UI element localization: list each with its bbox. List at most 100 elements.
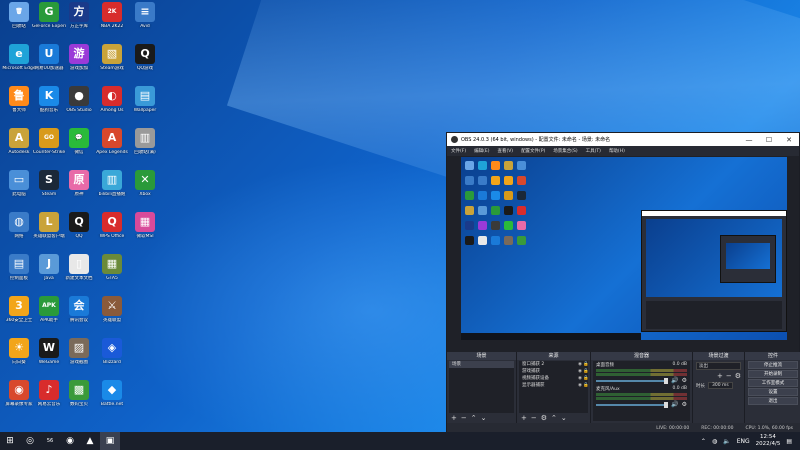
- desktop-icon[interactable]: 游游戏加加: [62, 44, 96, 82]
- desktop-icon[interactable]: ⚔ 英雄联盟: [95, 296, 129, 334]
- transition-select[interactable]: 淡出: [696, 362, 741, 370]
- duration-input[interactable]: 300 ms: [708, 382, 733, 389]
- volume-slider[interactable]: [596, 377, 669, 384]
- desktop-icon[interactable]: ● OBS Studio: [62, 86, 96, 124]
- taskbar-app-edge[interactable]: ◎: [20, 432, 40, 450]
- menu-help[interactable]: 帮助(H): [605, 148, 629, 154]
- source-item[interactable]: 游戏捕获 ◉ 🔒: [519, 368, 589, 375]
- desktop-icon[interactable]: ▨ 游戏截图: [62, 338, 96, 376]
- desktop-icon[interactable]: ▤ 控制面板: [2, 254, 36, 292]
- remove-scene-icon[interactable]: −: [461, 414, 467, 422]
- menu-profile[interactable]: 配置文件(P): [517, 148, 549, 154]
- desktop-icon[interactable]: ◆ Battle.net: [95, 380, 129, 418]
- menu-scene-collection[interactable]: 场景集合(S): [549, 148, 581, 154]
- remove-source-icon[interactable]: −: [531, 414, 537, 422]
- notifications-icon[interactable]: ▤: [786, 438, 792, 445]
- desktop-icon[interactable]: ▧ Steam游戏: [95, 44, 129, 82]
- desktop-icon[interactable]: 2K NBA 2K22: [95, 2, 129, 40]
- language-indicator[interactable]: ENG: [737, 438, 750, 445]
- desktop-icon[interactable]: ◈ Blizzard: [95, 338, 129, 376]
- desktop-icon[interactable]: ◐ Among Us: [95, 86, 129, 124]
- desktop-icon[interactable]: ▭ 此电脑: [2, 170, 36, 208]
- desktop-icon[interactable]: Q QQ游戏: [128, 44, 162, 82]
- source-settings-icon[interactable]: ⚙: [541, 414, 547, 422]
- source-item[interactable]: 窗口捕获 2 ◉ 🔒: [519, 361, 589, 368]
- taskbar-app-56[interactable]: 56: [40, 432, 60, 450]
- preview-canvas[interactable]: [461, 157, 787, 340]
- transition-settings-icon[interactable]: ⚙: [735, 372, 741, 380]
- stop-streaming-button[interactable]: 停止推流: [748, 361, 798, 369]
- speaker-icon[interactable]: 🔊: [671, 401, 678, 408]
- taskbar-app-game[interactable]: ▲: [80, 432, 100, 450]
- desktop-icon[interactable]: K 酷狗音乐: [32, 86, 66, 124]
- chevron-up-icon[interactable]: ⌃: [701, 438, 706, 445]
- network-icon[interactable]: ◍: [712, 438, 717, 445]
- desktop-icon[interactable]: W WeGame: [32, 338, 66, 376]
- lock-icon[interactable]: 🔒: [583, 375, 589, 382]
- add-transition-icon[interactable]: +: [717, 372, 723, 380]
- desktop-icon[interactable]: S Steam: [32, 170, 66, 208]
- speaker-icon[interactable]: 🔊: [671, 377, 678, 384]
- lock-icon[interactable]: 🔒: [583, 368, 589, 375]
- desktop-icon[interactable]: 方方正字库: [62, 2, 96, 40]
- desktop-icon[interactable]: 3 360安全卫士: [2, 296, 36, 334]
- desktop-icon[interactable]: 鲁鲁大师: [2, 86, 36, 124]
- clock[interactable]: 12:54 2022/4/5: [756, 434, 781, 448]
- obs-title-bar[interactable]: OBS 24.0.3 (64 bit, windows) - 配置文件: 未命名…: [447, 133, 799, 146]
- desktop-icon[interactable]: Q WPS Office: [95, 212, 129, 250]
- menu-view[interactable]: 查看(V): [493, 148, 517, 154]
- studio-mode-button[interactable]: 工作室模式: [748, 379, 798, 387]
- minimize-button[interactable]: —: [739, 136, 759, 144]
- desktop-icon[interactable]: G GeForce Experience: [32, 2, 66, 40]
- desktop-icon[interactable]: ▥ 回收站(满): [128, 128, 162, 166]
- volume-slider[interactable]: [596, 401, 669, 408]
- desktop-icon[interactable]: ▦ 微软MSI: [128, 212, 162, 250]
- desktop-icon[interactable]: ◉ 屏幕录像专家: [2, 380, 36, 418]
- exit-button[interactable]: 退出: [748, 397, 798, 405]
- desktop-icon[interactable]: ☀ 向日葵: [2, 338, 36, 376]
- desktop-icon[interactable]: A Autodesk: [2, 128, 36, 166]
- gear-icon[interactable]: ⚙: [682, 401, 687, 408]
- desktop-icon[interactable]: ▤ Wallpaper: [128, 86, 162, 124]
- settings-button[interactable]: 设置: [748, 388, 798, 396]
- start-recording-button[interactable]: 开始录制: [748, 370, 798, 378]
- start-button[interactable]: ⊞: [0, 432, 20, 450]
- menu-edit[interactable]: 编辑(E): [470, 148, 493, 154]
- desktop-icon[interactable]: A Apex Legends: [95, 128, 129, 166]
- menu-file[interactable]: 文件(F): [447, 148, 470, 154]
- desktop-icon[interactable]: L 英雄联盟客户端: [32, 212, 66, 250]
- desktop-icon[interactable]: ✕ Xbox: [128, 170, 162, 208]
- desktop-icon[interactable]: ▥ bilibili直播姬: [95, 170, 129, 208]
- close-button[interactable]: ✕: [779, 136, 799, 144]
- desktop-icon[interactable]: ♪ 网易云音乐: [32, 380, 66, 418]
- move-down-icon[interactable]: ⌄: [561, 414, 567, 422]
- desktop-icon[interactable]: ◍ 网络: [2, 212, 36, 250]
- desktop-icon[interactable]: 💬 微信: [62, 128, 96, 166]
- lock-icon[interactable]: 🔒: [583, 382, 589, 389]
- desktop-icon[interactable]: ≡ Avid: [128, 2, 162, 40]
- desktop-icon[interactable]: Q QQ: [62, 212, 96, 250]
- source-item[interactable]: 显示器捕获 ◉ 🔒: [519, 382, 589, 389]
- menu-tools[interactable]: 工具(T): [582, 148, 605, 154]
- lock-icon[interactable]: 🔒: [583, 361, 589, 368]
- desktop-icon[interactable]: ▦ GTA5: [95, 254, 129, 292]
- maximize-button[interactable]: ☐: [759, 136, 779, 144]
- desktop-icon[interactable]: e Microsoft Edge: [2, 44, 36, 82]
- desktop-icon[interactable]: 原原神: [62, 170, 96, 208]
- move-up-icon[interactable]: ⌃: [551, 414, 557, 422]
- desktop-icon[interactable]: U 网易UU加速器: [32, 44, 66, 82]
- taskbar-app-obs[interactable]: ▣: [100, 432, 120, 450]
- remove-transition-icon[interactable]: −: [726, 372, 732, 380]
- add-source-icon[interactable]: +: [521, 414, 527, 422]
- desktop-icon[interactable]: J Java: [32, 254, 66, 292]
- volume-icon[interactable]: 🔈: [723, 438, 730, 445]
- desktop-icon[interactable]: 会腾讯会议: [62, 296, 96, 334]
- source-item[interactable]: 视频捕获设备 ◉ 🔒: [519, 375, 589, 382]
- desktop-icon[interactable]: ▩ 数码宝贝: [62, 380, 96, 418]
- desktop-icon[interactable]: ▯ 新建文本文档: [62, 254, 96, 292]
- scene-item[interactable]: 场景: [449, 361, 514, 368]
- desktop-icon[interactable]: 🗑 回收站: [2, 2, 36, 40]
- taskbar-app-steam[interactable]: ◉: [60, 432, 80, 450]
- move-down-icon[interactable]: ⌄: [481, 414, 487, 422]
- gear-icon[interactable]: ⚙: [682, 377, 687, 384]
